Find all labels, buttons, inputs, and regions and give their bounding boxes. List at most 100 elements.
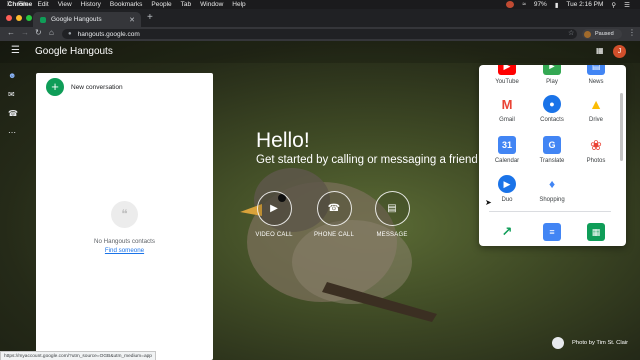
- app-calendar[interactable]: 31 Calendar: [487, 136, 527, 164]
- hangouts-favicon-icon: [40, 16, 46, 23]
- translate-icon: G: [543, 136, 561, 154]
- menu-people[interactable]: People: [151, 1, 171, 8]
- app-calendar-label: Calendar: [494, 158, 520, 164]
- close-tab-icon[interactable]: ✕: [129, 16, 135, 24]
- photo-credit[interactable]: Photo by Tim St. Clair: [552, 337, 628, 349]
- url-text[interactable]: hangouts.google.com: [78, 31, 140, 38]
- profile-status: Paused: [595, 31, 614, 37]
- contacts-icon[interactable]: ☻: [8, 71, 24, 80]
- minimize-window-button[interactable]: [16, 15, 22, 21]
- more-icon[interactable]: ⋯: [8, 128, 24, 137]
- shopping-tag-icon: ♦: [543, 175, 561, 193]
- conversations-icon[interactable]: ✉: [8, 90, 24, 99]
- zoom-window-button[interactable]: [26, 15, 32, 21]
- contacts-person-icon: ●: [543, 95, 561, 113]
- app-contacts-label: Contacts: [540, 117, 564, 123]
- photo-credit-text: Photo by Tim St. Clair: [572, 340, 629, 346]
- main-menu-icon[interactable]: ☰: [11, 45, 20, 56]
- apps-grid-icon[interactable]: ▦: [596, 46, 604, 55]
- lock-icon[interactable]: ●: [68, 31, 72, 37]
- google-apps-panel: ▶ YouTube ► Play ▤ News M Gmail ● Contac…: [479, 65, 626, 246]
- app-news[interactable]: ▤ News: [576, 65, 616, 85]
- menu-help[interactable]: Help: [232, 1, 245, 8]
- app-play[interactable]: ► Play: [532, 65, 572, 85]
- video-call-button[interactable]: ▶ VIDEO CALL: [244, 191, 304, 238]
- logo-google-text: Google: [35, 46, 68, 57]
- menu-history[interactable]: History: [81, 1, 101, 8]
- user-avatar[interactable]: J: [613, 45, 626, 58]
- reload-icon[interactable]: ↻: [35, 28, 42, 37]
- phone-call-button[interactable]: ☎ PHONE CALL: [304, 191, 364, 238]
- photo-info-icon: [552, 337, 564, 349]
- app-sheets[interactable]: ▦: [576, 223, 616, 241]
- phone-call-icon: ☎: [316, 191, 352, 226]
- docs-icon: ≡: [543, 223, 561, 241]
- app-drive[interactable]: ▲ Drive: [576, 95, 616, 123]
- drive-icon: ▲: [587, 95, 605, 113]
- app-duo-label: Duo: [501, 197, 513, 203]
- status-bar-url: https://myaccount.google.com/?utm_source…: [0, 351, 156, 360]
- forward-arrow-icon[interactable]: →: [21, 28, 29, 37]
- address-bar[interactable]: ● hangouts.google.com: [62, 29, 577, 39]
- app-docs[interactable]: ≡: [532, 223, 572, 241]
- calendar-icon: 31: [498, 136, 516, 154]
- hangouts-page: ☰ Google Hangouts ▦ J ☻ ✉ ☎ ⋯ + New conv…: [0, 41, 640, 360]
- close-window-button[interactable]: [6, 15, 12, 21]
- empty-contacts-quote-icon: ❝: [111, 201, 138, 228]
- app-finance[interactable]: ↗: [487, 223, 527, 241]
- clock[interactable]: Tue 2:16 PM: [566, 1, 603, 8]
- app-duo[interactable]: ▶ Duo: [487, 175, 527, 203]
- menu-tab[interactable]: Tab: [181, 1, 191, 8]
- menu-list-icon[interactable]: ☰: [624, 1, 630, 9]
- battery-percent[interactable]: 97%: [534, 1, 547, 8]
- message-button[interactable]: ▤ MESSAGE: [362, 191, 422, 238]
- menu-app-name[interactable]: Chrome: [0, 1, 40, 8]
- app-drive-label: Drive: [588, 117, 603, 123]
- new-conversation-button[interactable]: + New conversation: [46, 78, 123, 96]
- apps-divider: [489, 211, 611, 212]
- bookmark-star-icon[interactable]: ☆: [568, 29, 574, 37]
- new-tab-button[interactable]: +: [147, 12, 153, 23]
- app-translate[interactable]: G Translate: [532, 136, 572, 164]
- duo-camera-icon: ▶: [498, 175, 516, 193]
- wifi-icon[interactable]: ≈: [522, 1, 526, 8]
- battery-icon[interactable]: ▮: [555, 1, 559, 9]
- menu-view[interactable]: View: [58, 1, 72, 8]
- home-icon[interactable]: ⌂: [49, 28, 54, 37]
- phone-icon[interactable]: ☎: [8, 109, 24, 118]
- phone-call-label: PHONE CALL: [313, 232, 354, 238]
- message-label: MESSAGE: [376, 232, 408, 238]
- app-youtube-label: YouTube: [495, 79, 519, 85]
- browser-toolbar: ← → ↻ ⌂ ● hangouts.google.com ☆ Paused ⋮: [0, 27, 640, 41]
- find-someone-link[interactable]: Find someone: [36, 247, 213, 254]
- app-shopping[interactable]: ♦ Shopping: [532, 175, 572, 203]
- search-icon[interactable]: ⚲: [611, 1, 616, 9]
- back-arrow-icon[interactable]: ←: [7, 28, 15, 37]
- app-shopping-label: Shopping: [539, 197, 565, 203]
- sheets-icon: ▦: [587, 223, 605, 241]
- video-call-label: VIDEO CALL: [255, 232, 293, 238]
- status-app-icon[interactable]: [506, 1, 515, 8]
- macos-menubar:  Chrome File Edit View History Bookmark…: [0, 0, 640, 9]
- video-camera-icon: ▶: [256, 191, 292, 226]
- logo-product-text: Hangouts: [70, 46, 113, 57]
- apps-panel-scrollbar[interactable]: [620, 93, 623, 161]
- empty-contacts-text: No Hangouts contacts: [94, 238, 155, 245]
- app-photos[interactable]: ❀ Photos: [576, 136, 616, 164]
- menu-window[interactable]: Window: [200, 1, 223, 8]
- profile-button[interactable]: Paused: [582, 29, 622, 39]
- app-play-label: Play: [546, 79, 558, 85]
- browser-tab[interactable]: Google Hangouts ✕: [33, 12, 141, 27]
- message-icon: ▤: [374, 191, 410, 226]
- more-menu-icon[interactable]: ⋮: [628, 28, 636, 37]
- app-photos-label: Photos: [586, 158, 606, 164]
- photos-pinwheel-icon: ❀: [587, 136, 605, 154]
- profile-avatar: [584, 30, 591, 38]
- app-gmail[interactable]: M Gmail: [487, 95, 527, 123]
- hangouts-logo[interactable]: Google Hangouts: [35, 46, 113, 57]
- app-contacts[interactable]: ● Contacts: [532, 95, 572, 123]
- app-youtube[interactable]: ▶ YouTube: [487, 65, 527, 85]
- menu-bookmarks[interactable]: Bookmarks: [110, 1, 143, 8]
- hangouts-header: ☰ Google Hangouts ▦ J: [0, 41, 640, 63]
- app-news-label: News: [588, 79, 604, 85]
